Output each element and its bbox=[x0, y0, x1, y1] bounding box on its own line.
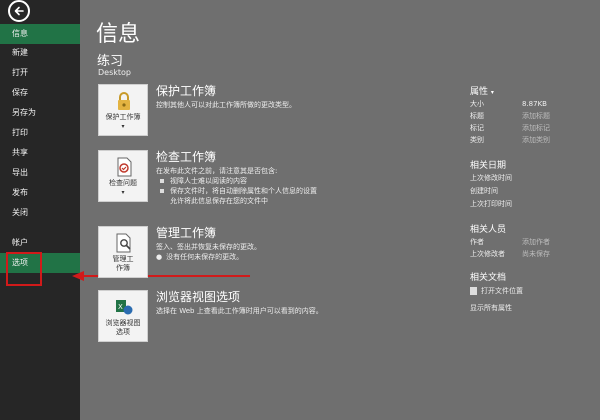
back-button[interactable] bbox=[8, 0, 30, 22]
manage-button-label-2: 作簿 bbox=[116, 264, 130, 272]
check-issues-button[interactable]: 检查问题 ▾ bbox=[98, 150, 148, 202]
inspect-bullet-2: 保存文件时，将自动删除属性和个人信息的设置 bbox=[160, 186, 317, 196]
browser-view-options-button[interactable]: X 浏览器视图 选项 bbox=[98, 290, 148, 342]
prop-value[interactable]: 添加类别 bbox=[522, 134, 550, 146]
prop-value: 尚未保存 bbox=[522, 250, 550, 258]
person-author[interactable]: 作者 添加作者 bbox=[470, 236, 595, 248]
inspect-desc: 在发布此文件之前，请注意其是否包含: bbox=[156, 167, 278, 175]
excel-web-icon: X bbox=[116, 300, 133, 315]
date-created: 创建时间 bbox=[470, 185, 595, 197]
prop-value[interactable]: 添加标记 bbox=[522, 122, 550, 134]
open-file-location-text: 打开文件位置 bbox=[481, 287, 523, 295]
inspect-bullet-1-text: 视障人士难以阅读的内容 bbox=[170, 177, 247, 185]
document-search-icon bbox=[116, 233, 131, 253]
open-file-location-link[interactable]: 打开文件位置 bbox=[470, 286, 523, 296]
sidebar-item-close[interactable]: 关闭 bbox=[0, 203, 80, 223]
back-arrow-icon bbox=[14, 6, 24, 16]
manage-desc: 签入、签出并恢复未保存的更改。 bbox=[156, 243, 261, 251]
prop-tags[interactable]: 标记 添加标记 bbox=[470, 122, 595, 134]
protect-workbook-button[interactable]: 保护工作簿 ▾ bbox=[98, 84, 148, 136]
sidebar-item-export[interactable]: 导出 bbox=[0, 163, 80, 183]
protect-button-label: 保护工作簿 bbox=[105, 113, 141, 121]
prop-value[interactable]: 添加标题 bbox=[522, 110, 550, 122]
document-check-icon bbox=[117, 157, 132, 177]
prop-category[interactable]: 类别 添加类别 bbox=[470, 134, 595, 146]
date-last-modified: 上次修改时间 bbox=[470, 172, 595, 184]
manage-button-label-1: 管理工 bbox=[112, 255, 134, 263]
inspect-bullet-1: 视障人士难以阅读的内容 bbox=[160, 176, 247, 186]
backstage-sidebar: 信息 新建 打开 保存 另存为 打印 共享 导出 发布 关闭 帐户 选项 bbox=[0, 0, 80, 420]
properties-heading[interactable]: 属性 ▾ bbox=[470, 84, 494, 97]
prop-key: 类别 bbox=[470, 136, 484, 144]
sidebar-item-save-as[interactable]: 另存为 bbox=[0, 103, 80, 123]
browser-title: 浏览器视图选项 bbox=[156, 290, 241, 304]
bullet-icon bbox=[160, 189, 164, 193]
inspect-title: 检查工作簿 bbox=[156, 150, 217, 164]
properties-heading-text: 属性 bbox=[470, 87, 489, 97]
sidebar-item-publish[interactable]: 发布 bbox=[0, 183, 80, 203]
browser-desc: 选择在 Web 上查看此工作簿时用户可以看到的内容。 bbox=[156, 307, 323, 315]
browser-button-label-1: 浏览器视图 bbox=[105, 319, 141, 327]
prop-key: 作者 bbox=[470, 238, 484, 246]
file-icon bbox=[470, 287, 477, 295]
manage-bullet-text: 没有任何未保存的更改。 bbox=[166, 253, 244, 261]
show-all-properties-link[interactable]: 显示所有属性 bbox=[470, 303, 512, 313]
prop-key: 上次修改时间 bbox=[470, 174, 512, 182]
date-last-printed: 上次打印时间 bbox=[470, 198, 595, 210]
prop-key: 标题 bbox=[470, 112, 484, 120]
bullet-icon bbox=[160, 179, 164, 183]
chevron-down-icon: ▾ bbox=[490, 89, 494, 96]
sidebar-item-share[interactable]: 共享 bbox=[0, 143, 80, 163]
manage-workbook-button[interactable]: 管理工 作簿 bbox=[98, 226, 148, 278]
dropdown-caret-icon: ▾ bbox=[121, 189, 125, 196]
svg-text:X: X bbox=[118, 303, 123, 311]
protect-title: 保护工作簿 bbox=[156, 84, 217, 98]
prop-key: 上次修改者 bbox=[470, 250, 505, 258]
related-people-heading: 相关人员 bbox=[470, 225, 507, 235]
prop-key: 上次打印时间 bbox=[470, 200, 512, 208]
prop-key: 创建时间 bbox=[470, 187, 498, 195]
manage-title: 管理工作簿 bbox=[156, 226, 217, 240]
prop-value[interactable]: 添加作者 bbox=[522, 236, 550, 248]
protect-desc: 控制其他人可以对此工作簿所做的更改类型。 bbox=[156, 101, 296, 109]
related-docs-heading: 相关文档 bbox=[470, 273, 507, 283]
inspect-sub-text: 允许将此信息保存在您的文件中 bbox=[170, 197, 268, 205]
prop-title[interactable]: 标题 添加标题 bbox=[470, 110, 595, 122]
prop-value: 8.87KB bbox=[522, 100, 547, 108]
prop-key: 标记 bbox=[470, 124, 484, 132]
sidebar-item-new[interactable]: 新建 bbox=[0, 43, 80, 63]
sidebar-item-print[interactable]: 打印 bbox=[0, 123, 80, 143]
options-highlight-box bbox=[6, 252, 42, 286]
related-dates-heading: 相关日期 bbox=[470, 161, 507, 171]
check-issues-label: 检查问题 bbox=[109, 179, 137, 187]
inspect-bullet-2-text: 保存文件时，将自动删除属性和个人信息的设置 bbox=[170, 187, 317, 195]
info-icon: ● bbox=[156, 253, 163, 261]
sidebar-item-account[interactable]: 帐户 bbox=[0, 233, 80, 253]
lock-key-icon bbox=[118, 92, 130, 110]
sidebar-item-save[interactable]: 保存 bbox=[0, 83, 80, 103]
browser-button-label-2: 选项 bbox=[116, 328, 130, 336]
workbook-name: 练习 bbox=[97, 54, 124, 69]
prop-key: 大小 bbox=[470, 100, 484, 108]
sidebar-item-info[interactable]: 信息 bbox=[0, 24, 80, 44]
prop-size: 大小 8.87KB bbox=[470, 98, 595, 110]
workbook-path: Desktop bbox=[98, 68, 131, 77]
sidebar-item-open[interactable]: 打开 bbox=[0, 63, 80, 83]
manage-bullet: ● 没有任何未保存的更改。 bbox=[156, 252, 243, 262]
page-title: 信息 bbox=[96, 22, 141, 47]
person-last-modified-by: 上次修改者 尚未保存 bbox=[470, 248, 595, 260]
dropdown-caret-icon: ▾ bbox=[121, 123, 125, 130]
